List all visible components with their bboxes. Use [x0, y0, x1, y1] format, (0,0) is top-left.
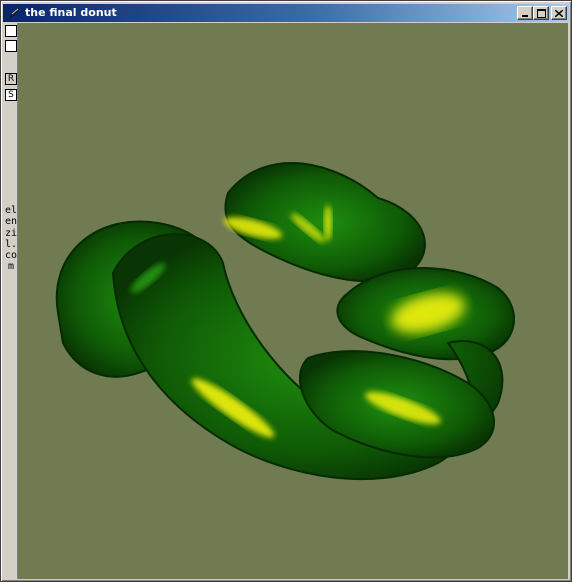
title-bar[interactable]: the final donut — [3, 4, 569, 22]
sidebar-button-s[interactable]: S — [5, 89, 17, 101]
window-title: the final donut — [25, 6, 117, 19]
torus-knot-render — [55, 161, 515, 481]
sidebar-checkbox-1[interactable] — [5, 25, 17, 37]
close-icon — [555, 9, 563, 17]
side-toolbar: R S elenzil.com — [3, 23, 17, 579]
app-window: the final donut R S elenzil.com — [0, 0, 572, 582]
render-viewport[interactable] — [17, 23, 568, 579]
close-button[interactable] — [551, 6, 567, 20]
sidebar-checkbox-2[interactable] — [5, 40, 17, 52]
minimize-icon — [522, 14, 528, 17]
minimize-button[interactable] — [517, 6, 533, 20]
app-quill-icon[interactable] — [6, 5, 22, 21]
maximize-button[interactable] — [533, 6, 549, 20]
sidebar-button-r[interactable]: R — [5, 73, 17, 85]
maximize-icon — [536, 8, 546, 18]
